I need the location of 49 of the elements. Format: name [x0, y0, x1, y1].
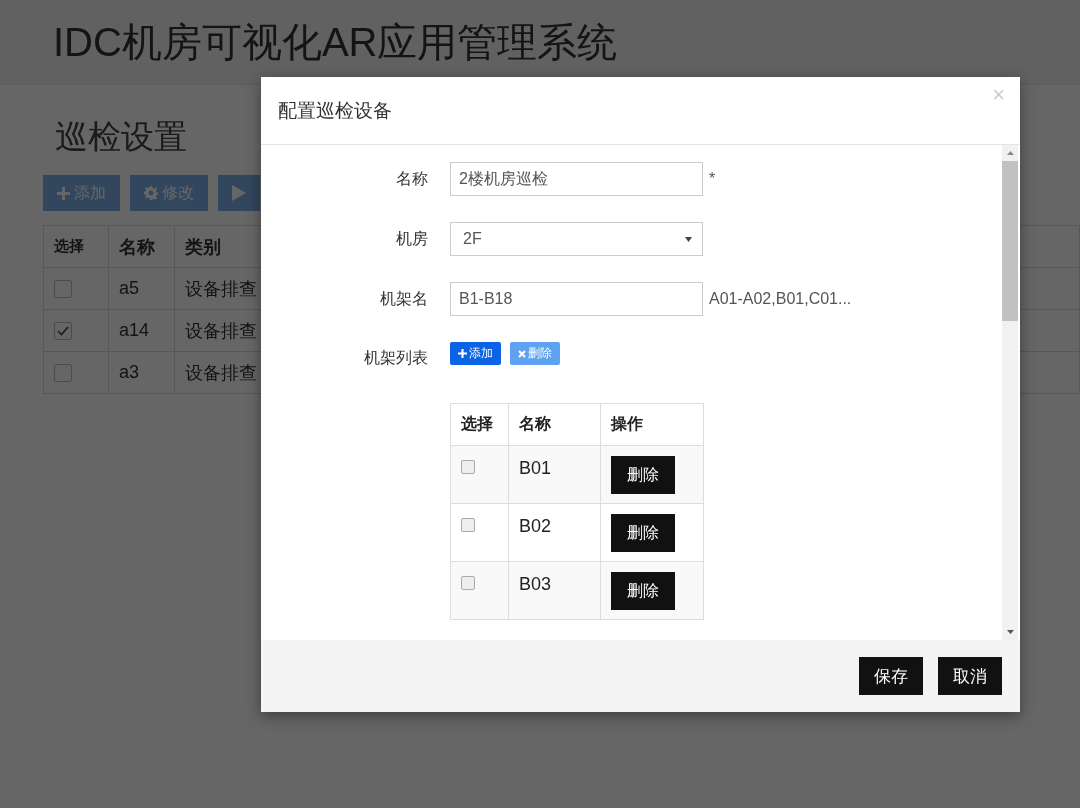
scroll-up-icon[interactable] [1006, 151, 1014, 155]
delete-button[interactable]: 删除 [611, 572, 675, 610]
column-header: 名称 [519, 415, 551, 432]
field-label: 机房 [395, 228, 428, 249]
dialog-title: 配置巡检设备 [278, 98, 392, 123]
play-icon [232, 185, 246, 201]
delete-button[interactable]: 删除 [611, 514, 675, 552]
column-header: 选择 [461, 415, 493, 432]
table-cell-text: B02 [519, 515, 552, 537]
small-button[interactable]: 添加 [450, 342, 501, 365]
checkbox[interactable] [54, 321, 72, 340]
column-header: 操作 [611, 415, 643, 432]
field-label: 机架列表 [363, 348, 428, 368]
table-cell: a5 [119, 278, 140, 298]
table-cell: 设备排查 [185, 362, 257, 383]
checkbox[interactable] [461, 576, 475, 590]
checkbox[interactable] [54, 279, 72, 298]
table-cell: 设备排查 [185, 320, 257, 341]
checkbox[interactable] [461, 518, 475, 532]
caret-icon [685, 236, 692, 242]
plus-icon [458, 349, 467, 358]
column-header: 名称 [119, 236, 155, 257]
gear-icon [144, 186, 158, 200]
column-header: 类别 [185, 236, 221, 257]
close-icon [518, 349, 526, 358]
checkbox[interactable] [54, 363, 72, 382]
table-cell: a14 [119, 320, 150, 340]
field-label: 机架名 [379, 288, 428, 309]
scrollbar[interactable] [1002, 145, 1018, 640]
field-hint: A01-A02,B01,C01... [709, 290, 853, 308]
dialog-button[interactable]: 取消 [938, 657, 1002, 695]
field-hint: * [709, 170, 717, 188]
page-title: 巡检设置 [55, 117, 187, 157]
field-label: 名称 [395, 168, 428, 189]
toolbar-button[interactable] [218, 175, 260, 211]
checkbox[interactable] [461, 460, 475, 474]
select-field[interactable]: 2F [450, 222, 703, 256]
plus-icon [57, 186, 70, 200]
table-cell-text: B01 [519, 457, 552, 479]
input-field[interactable]: 2楼机房巡检 [450, 162, 703, 196]
scroll-down-icon[interactable] [1006, 630, 1014, 634]
table-cell-text: B03 [519, 573, 552, 595]
dialog-button[interactable]: 保存 [859, 657, 923, 695]
app-title: IDC机房可视化AR应用管理系统 [53, 18, 618, 66]
table-cell: a3 [119, 362, 140, 382]
table-cell: 设备排查 [185, 278, 257, 299]
input-field[interactable]: B1-B18 [450, 282, 703, 316]
delete-button[interactable]: 删除 [611, 456, 675, 494]
column-header: 选择 [54, 237, 84, 254]
